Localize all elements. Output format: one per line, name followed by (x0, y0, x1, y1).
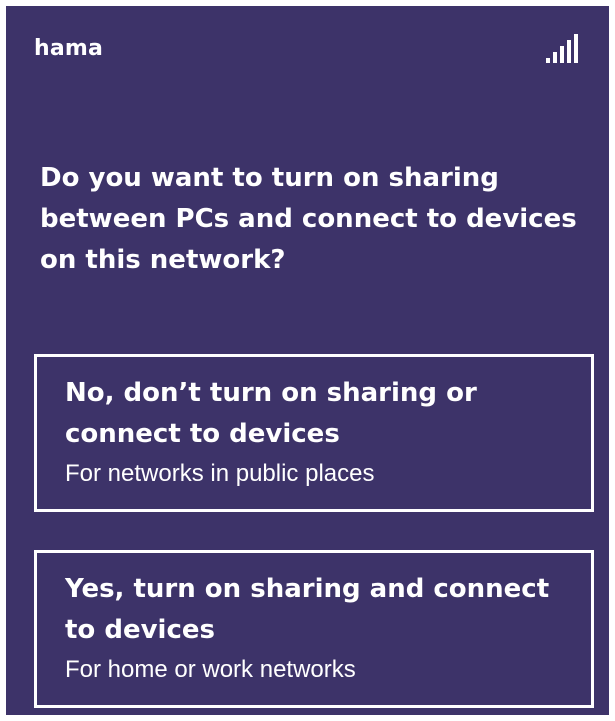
sharing-question: Do you want to turn on sharing between P… (40, 163, 577, 275)
no-sharing-option-title: No, don’t turn on sharing or connect to … (65, 378, 477, 449)
no-sharing-option-subtitle: For networks in public places (65, 460, 375, 487)
yes-sharing-option-button[interactable]: Yes, turn on sharing and connect to devi… (34, 550, 594, 708)
signal-bar-5 (574, 34, 578, 63)
signal-bar-4 (567, 40, 571, 63)
wifi-signal-bars-icon (546, 34, 578, 63)
signal-bar-2 (553, 52, 557, 63)
network-sharing-flyout: hama Do you want to turn on sharing betw… (6, 6, 609, 715)
network-name: hama (34, 36, 104, 61)
signal-bar-1 (546, 58, 550, 63)
network-header: hama (34, 34, 581, 70)
signal-bar-3 (560, 46, 564, 63)
no-sharing-option-button[interactable]: No, don’t turn on sharing or connect to … (34, 354, 594, 512)
yes-sharing-option-title: Yes, turn on sharing and connect to devi… (65, 574, 550, 645)
yes-sharing-option-subtitle: For home or work networks (65, 656, 356, 683)
